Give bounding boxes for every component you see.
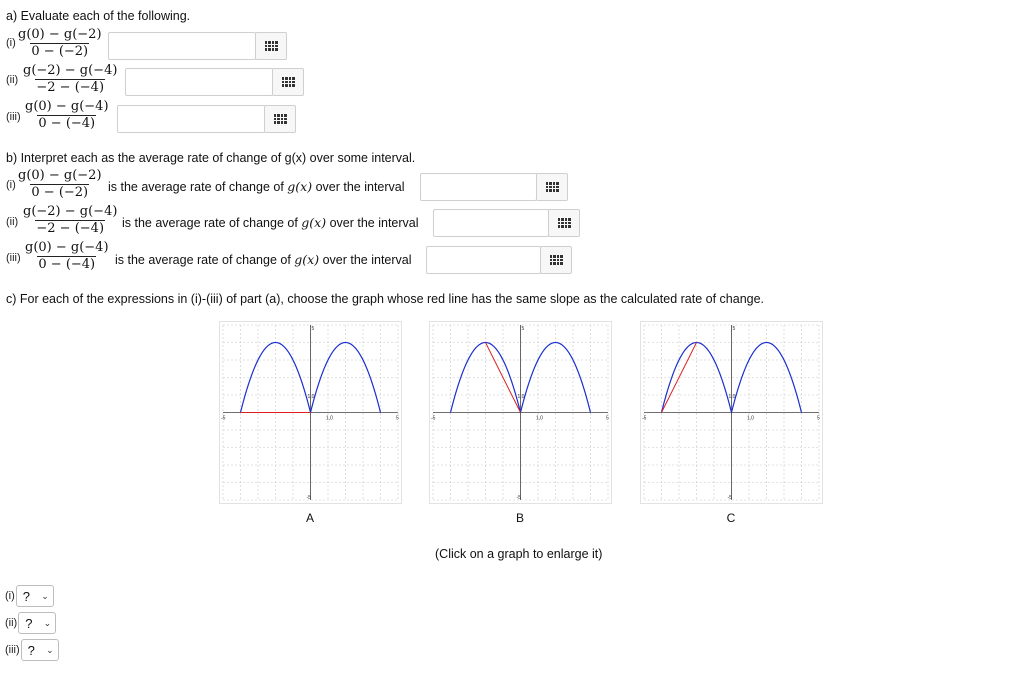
keypad-icon[interactable] — [536, 173, 568, 201]
fraction-numerator: g(−2) − g(−4) — [23, 204, 118, 219]
part-b-fraction-1: g(0) − g(−2) 0 − (−2) — [17, 168, 103, 201]
part-b-interval-2-input[interactable] — [433, 209, 549, 237]
part-a-fraction-3: g(0) − g(−4) 0 − (−4) — [24, 99, 110, 132]
part-a-item-2-label: (ii) — [6, 74, 19, 86]
tick-label-x-unit: 1,0 — [326, 416, 333, 422]
fraction-denominator: −2 − (−4) — [35, 79, 106, 95]
part-b-interval-1-input[interactable] — [420, 173, 537, 201]
select-label: (i) — [5, 590, 15, 602]
tick-label-y-min: -5 — [517, 495, 522, 501]
answer-select-row-1: (i) ? ⌄ — [5, 585, 54, 607]
keypad-icon[interactable] — [255, 32, 287, 60]
tick-label-x-unit: 1,0 — [536, 416, 543, 422]
chevron-down-icon: ⌄ — [46, 644, 54, 655]
tick-label-y-max: 5 — [522, 326, 525, 332]
answer-select-row-2: (ii) ? ⌄ — [5, 612, 57, 634]
tick-label-x-min: -5 — [642, 416, 647, 422]
part-c-title: c) For each of the expressions in (i)-(i… — [6, 292, 765, 306]
fraction-denominator: 0 − (−2) — [30, 43, 90, 59]
keypad-icon[interactable] — [264, 105, 296, 133]
part-b-fraction-3: g(0) − g(−4) 0 − (−4) — [24, 240, 110, 273]
fraction-numerator: g(0) − g(−2) — [18, 27, 102, 42]
fraction-denominator: −2 − (−4) — [35, 220, 106, 236]
part-a-answer-2-input[interactable] — [125, 68, 273, 96]
tick-label-y-min: -5 — [728, 495, 733, 501]
fraction-numerator: g(0) − g(−2) — [18, 168, 102, 183]
keypad-icon[interactable] — [272, 68, 304, 96]
graph-c[interactable]: 5-5-5 51,01,0 — [640, 321, 823, 504]
part-a-item-1-label: (i) — [6, 37, 16, 49]
part-b-item-1-label: (i) — [6, 179, 16, 191]
part-a-fraction-1: g(0) − g(−2) 0 − (−2) — [17, 27, 103, 60]
keypad-icon[interactable] — [548, 209, 580, 237]
tick-label-x-unit: 1,0 — [747, 416, 754, 422]
answer-select-row-3: (iii) ? ⌄ — [5, 639, 59, 661]
part-a-item-3-label: (iii) — [6, 111, 21, 123]
tick-label-x-max: 5 — [817, 416, 820, 422]
fraction-denominator: 0 − (−4) — [37, 256, 97, 272]
select-label: (ii) — [5, 617, 18, 629]
fraction-denominator: 0 − (−4) — [37, 115, 97, 131]
part-b-title: b) Interpret each as the average rate of… — [6, 151, 416, 165]
graph-choice-select[interactable]: ? ⌄ — [15, 585, 54, 607]
fraction-numerator: g(0) − g(−4) — [25, 240, 109, 255]
part-a-answer-3-input[interactable] — [117, 105, 265, 133]
tick-label-x-min: -5 — [221, 416, 226, 422]
graph-a[interactable]: 5-5-5 51,01,0 — [219, 321, 402, 504]
enlarge-note: (Click on a graph to enlarge it) — [435, 547, 603, 561]
graph-choice-select[interactable]: ? ⌄ — [20, 639, 59, 661]
graph-b-label: B — [515, 511, 524, 525]
fraction-numerator: g(−2) − g(−4) — [23, 63, 118, 78]
part-b-description-1: is the average rate of change of g(x) ov… — [108, 179, 405, 194]
part-a-title: a) Evaluate each of the following. — [6, 9, 191, 23]
fraction-denominator: 0 − (−2) — [30, 184, 90, 200]
chevron-down-icon: ⌄ — [41, 590, 49, 601]
part-b-item-3-label: (iii) — [6, 252, 21, 264]
part-b-item-2-label: (ii) — [6, 216, 19, 228]
tick-label-y-max: 5 — [733, 326, 736, 332]
graph-c-label: C — [726, 511, 736, 525]
part-b-fraction-2: g(−2) − g(−4) −2 − (−4) — [22, 204, 118, 237]
part-a-fraction-2: g(−2) − g(−4) −2 − (−4) — [22, 63, 118, 96]
graph-b[interactable]: 5-5-5 51,01,0 — [429, 321, 612, 504]
keypad-icon[interactable] — [540, 246, 572, 274]
tick-label-y-max: 5 — [312, 326, 315, 332]
fraction-numerator: g(0) − g(−4) — [25, 99, 109, 114]
part-a-answer-1-input[interactable] — [108, 32, 256, 60]
graph-a-label: A — [305, 511, 314, 525]
part-b-description-3: is the average rate of change of g(x) ov… — [115, 252, 412, 267]
tick-label-x-min: -5 — [431, 416, 436, 422]
select-label: (iii) — [5, 644, 20, 656]
tick-label-x-max: 5 — [606, 416, 609, 422]
chevron-down-icon: ⌄ — [43, 617, 52, 628]
part-b-description-2: is the average rate of change of g(x) ov… — [122, 215, 419, 230]
tick-label-y-min: -5 — [307, 495, 312, 501]
tick-label-x-max: 5 — [396, 416, 399, 422]
graph-choice-select[interactable]: ? ⌄ — [18, 612, 57, 634]
part-b-interval-3-input[interactable] — [426, 246, 541, 274]
